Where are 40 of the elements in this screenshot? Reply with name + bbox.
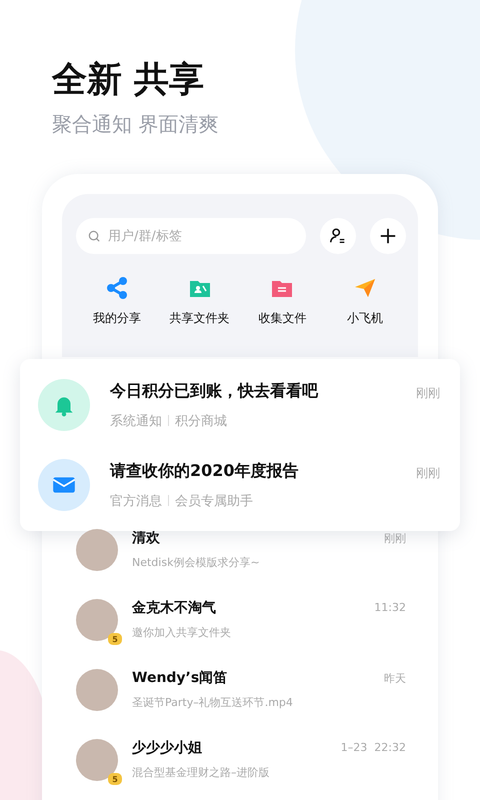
level-badge: 5 — [108, 633, 122, 645]
chat-preview: Netdisk例会模版求分享~ — [132, 555, 261, 570]
chat-preview: 圣诞节Party–礼物互送环节.mp4 — [132, 695, 294, 710]
chat-name[interactable]: Wendy’s闻笛 — [132, 669, 384, 687]
notification-title[interactable]: 请查收你的2020年度报告 — [110, 460, 416, 482]
shortcut-label[interactable]: 共享文件夹 — [170, 310, 230, 327]
notification-title[interactable]: 今日积分已到账，快去看看吧 — [110, 380, 416, 402]
headline: 全新 共享 — [52, 59, 206, 102]
chat-time: 昨天 — [384, 671, 406, 686]
shortcut-label[interactable]: 我的分享 — [93, 310, 141, 327]
notification-source: 系统通知 — [110, 412, 162, 430]
notification-time: 刚刚 — [416, 385, 440, 402]
contacts-icon — [329, 227, 347, 245]
avatar[interactable] — [76, 739, 118, 781]
avatar[interactable] — [76, 529, 118, 571]
chat-preview: 混合型基金理财之路–进阶版 — [132, 765, 270, 780]
mail-icon[interactable] — [38, 459, 90, 511]
shortcut-label[interactable]: 收集文件 — [258, 310, 306, 327]
bell-icon[interactable] — [38, 379, 90, 431]
chat-name[interactable]: 清欢 — [132, 529, 384, 547]
plus-icon — [379, 227, 397, 245]
search-field[interactable]: 用户/群/标签 — [76, 218, 306, 254]
chat-preview: 邀你加入共享文件夹 — [132, 625, 232, 640]
avatar[interactable] — [76, 599, 118, 641]
notification-channel: 会员专属助手 — [175, 492, 253, 510]
chat-name[interactable]: 金克木不淘气 — [132, 599, 374, 617]
level-badge: 5 — [108, 773, 122, 785]
notification-time: 刚刚 — [416, 465, 440, 482]
notification-channel: 积分商城 — [175, 412, 227, 430]
contacts-button[interactable] — [320, 218, 356, 254]
notification-source: 官方消息 — [110, 492, 162, 510]
chat-name[interactable]: 少少少小姐 — [132, 739, 341, 757]
add-button[interactable] — [370, 218, 406, 254]
shortcut-label[interactable]: 小飞机 — [346, 310, 383, 327]
subheadline: 聚合通知 界面清爽 — [52, 111, 220, 138]
chat-time: 1–23 22:32 — [340, 741, 406, 754]
share-icon[interactable] — [105, 276, 129, 300]
avatar[interactable] — [76, 669, 118, 711]
chat-time: 11:32 — [374, 601, 406, 614]
chat-time: 刚刚 — [384, 531, 406, 546]
